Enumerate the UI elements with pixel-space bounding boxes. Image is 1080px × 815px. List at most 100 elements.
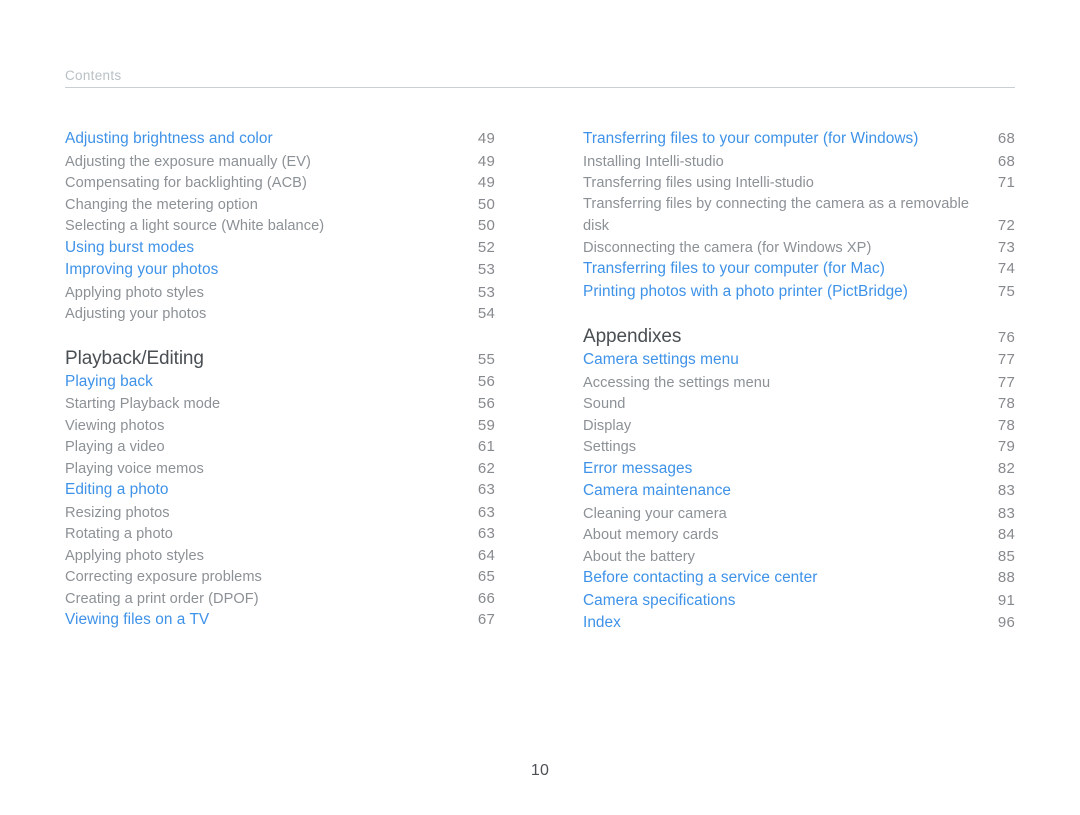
toc-leader-dots: [774, 386, 986, 387]
toc-entry-transferring-files-to-your-computer-for-mac[interactable]: Transferring files to your computer (for…: [583, 258, 1015, 281]
running-head-label: Contents: [65, 68, 122, 83]
toc-entry-label: Cleaning your camera: [583, 505, 727, 522]
toc-entry-label: Improving your photos: [65, 261, 219, 278]
toc-entry-label: Compensating for backlighting (ACB): [65, 175, 307, 191]
toc-entry-label: Playing back: [65, 372, 153, 390]
toc-entry-printing-photos-with-a-photo-printer-pictbridge[interactable]: Printing photos with a photo printer (Pi…: [583, 281, 1015, 304]
toc-leader-dots: [640, 450, 986, 451]
toc-entry-label: Camera specifications: [583, 591, 736, 609]
toc-entry-label: Editing a photo: [65, 481, 169, 498]
toc-entry-playing-a-video[interactable]: Playing a video 61: [65, 436, 495, 458]
toc-entry-label: Camera maintenance: [583, 482, 732, 499]
toc-entry-settings[interactable]: Settings 79: [583, 436, 1015, 458]
toc-entry-improving-your-photos[interactable]: Improving your photos 53: [65, 259, 495, 282]
toc-entry-about-the-battery[interactable]: About the battery 85: [583, 546, 1015, 568]
toc-leader-dots: [208, 472, 466, 473]
toc-entry-installing-intelli-studio[interactable]: Installing Intelli-studio 68: [583, 151, 1015, 173]
toc-entry-disconnecting-the-camera-for-windows-xp[interactable]: Disconnecting the camera (for Windows XP…: [583, 237, 1015, 259]
toc-entry-page-number: 84: [997, 526, 1015, 543]
toc-entry-transferring-files-to-your-computer-for-windows[interactable]: Transferring files to your computer (for…: [583, 128, 1015, 151]
toc-entry-label: Transferring files to your computer (for…: [583, 130, 919, 147]
toc-leader-dots: [818, 186, 986, 187]
toc-entry-label: Transferring files by connecting the cam…: [583, 195, 970, 212]
toc-entry-before-contacting-a-service-center[interactable]: Before contacting a service center 88: [583, 567, 1015, 590]
toc-entry-page-number: 61: [477, 438, 495, 455]
toc-entry-starting-playback-mode[interactable]: Starting Playback mode 56: [65, 393, 495, 415]
toc-entry-page-number: 54: [477, 305, 495, 322]
toc-leader-dots: [635, 429, 986, 430]
toc-entry-index[interactable]: Index 96: [583, 612, 1015, 635]
toc-entry-label: Installing Intelli-studio: [583, 153, 724, 170]
toc-leader-dots: [699, 560, 986, 561]
toc-entry-page-number: 96: [997, 614, 1015, 631]
toc-leader-dots: [168, 429, 466, 430]
toc-entry-sound[interactable]: Sound 78: [583, 393, 1015, 415]
toc-entry-adjusting-brightness-and-color[interactable]: Adjusting brightness and color 49: [65, 128, 495, 151]
toc-entry-page-number: 68: [997, 152, 1015, 170]
toc-entry-label: Accessing the settings menu: [583, 374, 771, 391]
toc-entry-camera-maintenance[interactable]: Camera maintenance 83: [583, 480, 1015, 503]
toc-entry-viewing-photos[interactable]: Viewing photos 59: [65, 415, 495, 437]
toc-entry-page-number: 79: [997, 438, 1015, 455]
toc-entry-page-number: 63: [477, 525, 495, 542]
toc-entry-viewing-files-on-a-tv[interactable]: Viewing files on a TV 67: [65, 609, 495, 632]
toc-leader-dots: [743, 364, 986, 365]
toc-leader-dots: [685, 342, 986, 343]
toc-entry-page-number: 83: [997, 504, 1015, 522]
toc-entry-about-memory-cards[interactable]: About memory cards 84: [583, 524, 1015, 546]
toc-entry-correcting-exposure-problems[interactable]: Correcting exposure problems 65: [65, 566, 495, 588]
toc-entry-label: Applying photo styles: [65, 284, 204, 301]
toc-leader-dots: [728, 165, 986, 166]
toc-entry-label: disk: [583, 218, 610, 234]
toc-entry-page-number: 68: [997, 130, 1015, 147]
toc-entry-error-messages[interactable]: Error messages 82: [583, 458, 1015, 481]
toc-entry-accessing-the-settings-menu[interactable]: Accessing the settings menu 77: [583, 372, 1015, 394]
toc-leader-dots: [198, 251, 466, 252]
toc-entry-changing-the-metering-option[interactable]: Changing the metering option 50: [65, 194, 495, 216]
toc-entry-adjusting-your-photos[interactable]: Adjusting your photos 54: [65, 303, 495, 325]
toc-entry-label: Camera settings menu: [583, 351, 739, 368]
toc-leader-dots: [208, 296, 466, 297]
toc-leader-dots: [731, 517, 986, 518]
toc-entry-label: Rotating a photo: [65, 526, 173, 542]
toc-entry-page-number: 63: [477, 503, 495, 521]
toc-entry-editing-a-photo[interactable]: Editing a photo 63: [65, 479, 495, 502]
toc-entry-using-burst-modes[interactable]: Using burst modes 52: [65, 237, 495, 260]
toc-entry-camera-settings-menu[interactable]: Camera settings menu 77: [583, 349, 1015, 372]
toc-entry-playback-editing[interactable]: Playback/Editing 55: [65, 346, 495, 371]
toc-entry-playing-back[interactable]: Playing back 56: [65, 371, 495, 394]
toc-entry-resizing-photos[interactable]: Resizing photos 63: [65, 502, 495, 524]
toc-entry-cleaning-your-camera[interactable]: Cleaning your camera 83: [583, 503, 1015, 525]
toc-leader-dots: [625, 627, 986, 628]
toc-entry-label: Playback/Editing: [65, 347, 204, 369]
page-number: 10: [530, 762, 550, 779]
toc-entry-page-number: 56: [477, 395, 495, 412]
toc-entry-selecting-a-light-source-white-balance[interactable]: Selecting a light source (White balance)…: [65, 215, 495, 237]
toc-entry-appendixes[interactable]: Appendixes 76: [583, 324, 1015, 349]
toc-leader-dots: [208, 364, 466, 365]
toc-entry-label: Sound: [583, 396, 626, 412]
toc-entry-label: About the battery: [583, 548, 695, 565]
toc-leader-dots: [172, 494, 466, 495]
toc-entry-label: Transferring files to your computer (for…: [583, 260, 885, 277]
toc-entry-page-number: 49: [477, 174, 495, 191]
toc-column-right: Transferring files to your computer (for…: [583, 128, 1015, 635]
toc-entry-applying-photo-styles[interactable]: Applying photo styles 53: [65, 282, 495, 304]
toc-entry-rotating-a-photo[interactable]: Rotating a photo 63: [65, 523, 495, 545]
toc-leader-dots: [157, 385, 466, 386]
toc-leader-dots: [739, 604, 986, 605]
toc-entry-transferring-files-using-intelli-studio[interactable]: Transferring files using Intelli-studio 7…: [583, 172, 1015, 194]
toc-entry-label: Viewing files on a TV: [65, 611, 210, 628]
toc-leader-dots: [821, 582, 986, 583]
toc-entry-disk[interactable]: disk 72: [583, 215, 1015, 237]
toc-entry-compensating-for-backlighting-acb[interactable]: Compensating for backlighting (ACB) 49: [65, 172, 495, 194]
toc-entry-applying-photo-styles[interactable]: Applying photo styles 64: [65, 545, 495, 567]
toc-entry-page-number: 91: [997, 591, 1015, 609]
toc-entry-transferring-files-by-connecting-the-camera-as-a[interactable]: Transferring files by connecting the cam…: [583, 194, 1015, 216]
toc-entry-label: Adjusting your photos: [65, 306, 207, 322]
toc-entry-camera-specifications[interactable]: Camera specifications 91: [583, 590, 1015, 613]
toc-entry-adjusting-the-exposure-manually-ev[interactable]: Adjusting the exposure manually (EV) 49: [65, 151, 495, 173]
toc-entry-playing-voice-memos[interactable]: Playing voice memos 62: [65, 458, 495, 480]
toc-entry-display[interactable]: Display 78: [583, 415, 1015, 437]
toc-entry-creating-a-print-order-dpof[interactable]: Creating a print order (DPOF) 66: [65, 588, 495, 610]
